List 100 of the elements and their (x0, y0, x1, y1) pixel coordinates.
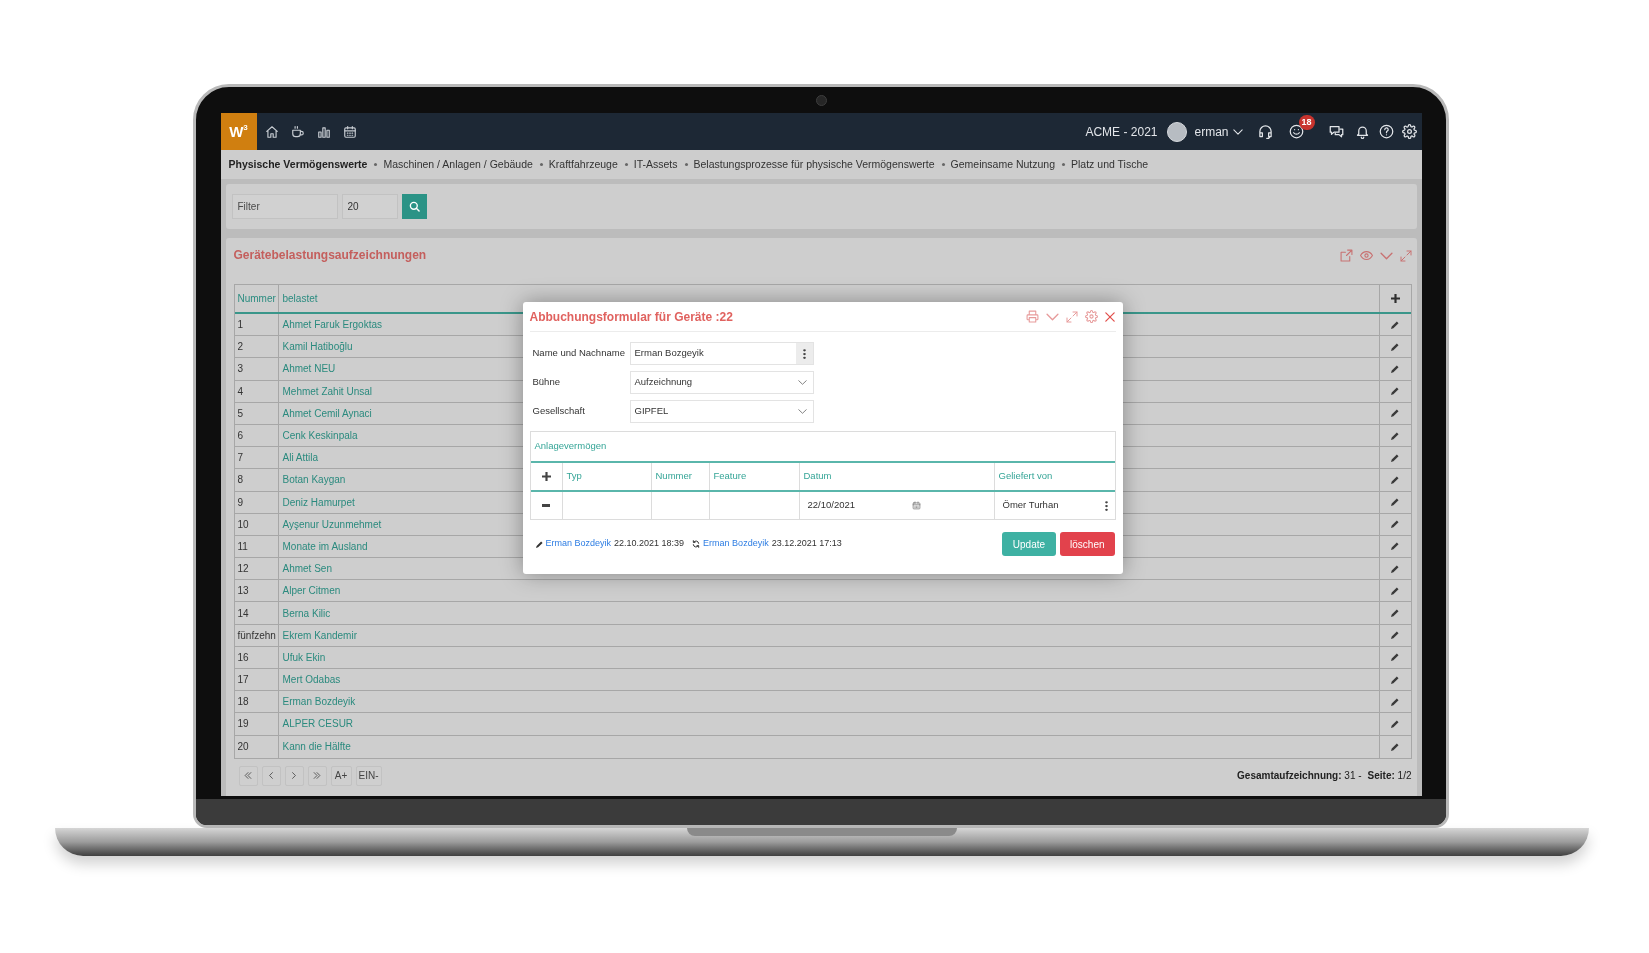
bar-chart-icon[interactable] (316, 124, 331, 139)
calendar-icon[interactable] (342, 124, 357, 139)
pencil-icon[interactable] (1391, 697, 1399, 706)
row-number: 19 (237, 717, 249, 732)
pencil-icon[interactable] (1391, 431, 1399, 440)
pencil-icon[interactable] (1391, 453, 1399, 462)
breadcrumb-link[interactable]: Belastungsprozesse für physische Vermögenswerte (693, 156, 935, 173)
update-button[interactable]: Update (1001, 532, 1057, 556)
pencil-icon[interactable] (1391, 609, 1399, 618)
plus-icon[interactable] (541, 472, 551, 481)
smiley-icon[interactable] (1288, 124, 1304, 139)
author-link[interactable]: Erman Bozdeyik (703, 537, 769, 551)
section-title: Anlagevermögen (534, 439, 607, 454)
row-number: 14 (237, 606, 249, 621)
field-label: Name und Nachname (532, 346, 626, 361)
cup-icon[interactable] (290, 124, 305, 139)
pencil-icon[interactable] (1391, 364, 1399, 373)
bullet-icon (374, 163, 378, 166)
record-link[interactable]: Mert Odabas (282, 672, 341, 688)
pencil-icon[interactable] (1391, 631, 1399, 640)
company-name[interactable]: ACME - 2021 (1085, 122, 1158, 141)
plus-icon[interactable] (1390, 294, 1400, 303)
bullet-icon (624, 163, 628, 166)
record-link[interactable]: Kann die Hälfte (282, 739, 351, 755)
pencil-icon[interactable] (1391, 498, 1399, 507)
chat-icon[interactable] (1328, 124, 1344, 139)
row-number: 5 (237, 406, 244, 421)
record-link[interactable]: Ahmet Cemil Aynaci (282, 405, 372, 421)
record-link[interactable]: Berna Kilic (282, 605, 331, 621)
record-link[interactable]: Alper Citmen (282, 583, 341, 599)
avatar-icon[interactable] (1167, 121, 1188, 142)
filter-field[interactable]: Filter (231, 194, 338, 219)
breadcrumb-link[interactable]: Maschinen / Anlagen / Gebäude (383, 156, 533, 173)
record-link[interactable]: Ufuk Ekin (282, 649, 326, 665)
breadcrumb-link[interactable]: Kraftfahrzeuge (548, 156, 618, 173)
record-link[interactable]: Ekrem Kandemir (282, 627, 357, 643)
row-number: 11 (237, 539, 248, 554)
pencil-icon[interactable] (1391, 409, 1399, 418)
text-size-button[interactable]: EIN- (355, 765, 382, 786)
pencil-icon[interactable] (1391, 342, 1399, 351)
record-link[interactable]: Ahmet Sen (282, 561, 332, 577)
more-button[interactable] (795, 343, 813, 364)
bullet-icon (941, 163, 945, 166)
bell-icon[interactable] (1354, 124, 1370, 139)
record-link[interactable]: Ahmet NEU (282, 361, 336, 377)
search-button[interactable] (401, 194, 427, 219)
delete-button[interactable]: löschen (1060, 532, 1115, 556)
bullet-icon (1062, 163, 1066, 166)
pencil-icon[interactable] (1391, 719, 1399, 728)
record-link[interactable]: Cenk Keskinpala (282, 428, 358, 444)
pencil-icon[interactable] (1391, 387, 1399, 396)
record-link[interactable]: Kamil Hatiboğlu (282, 339, 353, 355)
chevron-left-icon (269, 772, 273, 780)
record-link[interactable]: Ahmet Faruk Ergoktas (282, 317, 382, 333)
breadcrumb-link[interactable]: Physische Vermögenswerte (228, 156, 368, 173)
column-header: Nummer (655, 469, 692, 484)
user-name[interactable]: erman (1194, 122, 1229, 141)
search-icon (408, 201, 420, 212)
record-link[interactable]: Ayşenur Uzunmehmet (282, 516, 382, 532)
record-link[interactable]: Mehmet Zahit Unsal (282, 383, 372, 399)
row-number: 1 (237, 318, 244, 333)
pencil-icon[interactable] (1391, 675, 1399, 684)
pencil-icon[interactable] (1391, 320, 1399, 329)
dropdown[interactable]: Aufzeichnung (629, 371, 814, 394)
close-icon[interactable] (1104, 311, 1115, 322)
dialog-title: Abbuchungsformular für Geräte :22 (529, 308, 733, 326)
pencil-icon[interactable] (1391, 653, 1399, 662)
record-link[interactable]: Botan Kaygan (282, 472, 346, 488)
record-link[interactable]: Erman Bozdeyik (282, 694, 356, 710)
chevron-right-icon (292, 772, 296, 780)
help-icon[interactable] (1378, 124, 1394, 139)
dropdown[interactable]: GIPFEL (629, 400, 814, 423)
text-size-button[interactable]: A+ (330, 765, 352, 786)
row-number: 20 (237, 740, 249, 755)
breadcrumb-link[interactable]: Gemeinsame Nutzung (950, 156, 1056, 173)
pencil-icon[interactable] (1391, 475, 1399, 484)
double-chevron-left-icon (244, 772, 252, 780)
supplier-field[interactable]: Ömer Turhan (994, 492, 1115, 519)
page-size-field[interactable]: 20 (341, 194, 398, 219)
pencil-icon[interactable] (1391, 742, 1399, 751)
field-label: Gesellschaft (532, 404, 586, 419)
record-link[interactable]: ALPER CESUR (282, 716, 354, 732)
breadcrumb-link[interactable]: Platz und Tische (1071, 156, 1149, 173)
author-link[interactable]: Erman Bozdeyik (545, 537, 612, 551)
pencil-icon[interactable] (1391, 542, 1399, 551)
record-link[interactable]: Deniz Hamurpet (282, 494, 355, 510)
breadcrumb-link[interactable]: IT-Assets (633, 156, 678, 173)
text-field[interactable]: Erman Bozgeyik (629, 342, 814, 365)
pencil-icon[interactable] (1391, 520, 1399, 529)
home-icon[interactable] (264, 124, 279, 139)
headset-icon[interactable] (1257, 124, 1273, 139)
pencil-icon[interactable] (1391, 564, 1399, 573)
column-header: Feature (713, 469, 747, 484)
date-field[interactable]: 22/10/2021 (799, 492, 995, 519)
record-link[interactable]: Ali Attila (282, 450, 319, 466)
kebab-icon[interactable] (1104, 500, 1108, 511)
logo[interactable]: W$^{3}$ (220, 113, 257, 150)
pencil-icon[interactable] (1391, 586, 1399, 595)
record-link[interactable]: Monate im Ausland (282, 538, 368, 554)
chevron-down-icon (797, 380, 807, 385)
